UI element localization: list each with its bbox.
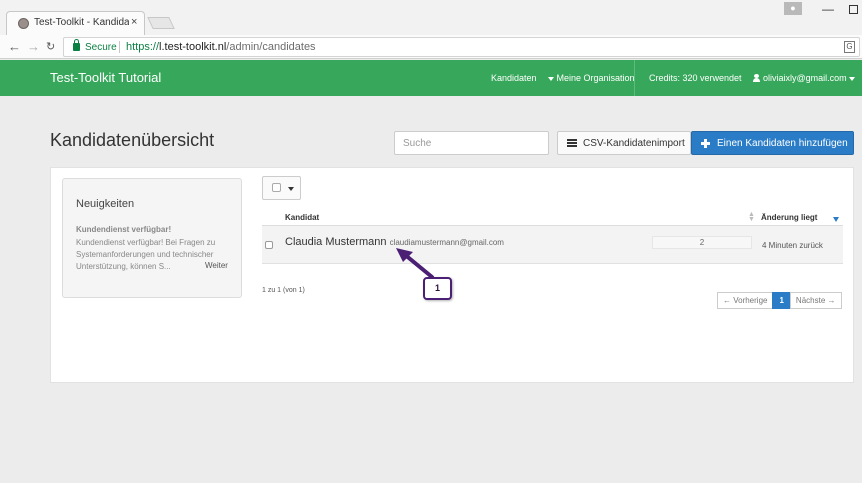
caret-down-icon <box>288 187 294 191</box>
news-widget: Neuigkeiten Kundendienst verfügbar! Kund… <box>62 178 242 298</box>
translate-icon[interactable]: G <box>844 41 855 53</box>
sort-icon[interactable]: ▲ ▼ <box>748 211 755 223</box>
favicon-icon <box>18 18 29 29</box>
nav-organisation[interactable]: Meine Organisation <box>548 73 635 83</box>
pagination-page-1[interactable]: 1 <box>772 292 791 309</box>
credits-label: Credits: 320 verwendet <box>649 73 742 83</box>
navbar-divider <box>634 60 635 96</box>
annotation-callout: 1 <box>423 277 452 300</box>
reload-icon[interactable]: ↻ <box>46 40 55 53</box>
brand-title[interactable]: Test-Toolkit Tutorial <box>50 70 161 85</box>
address-bar: ← → ↻ Secure https://l.test-toolkit.nl/a… <box>0 35 862 59</box>
page-title: Kandidatenübersicht <box>50 130 215 150</box>
results-summary: 1 zu 1 (von 1) <box>262 287 305 294</box>
url-text: https://l.test-toolkit.nl/admin/candidat… <box>126 41 316 53</box>
list-icon <box>567 139 577 147</box>
row-checkbox[interactable] <box>265 241 273 249</box>
tab-title: Test-Toolkit - Kandidaten <box>34 17 129 28</box>
pagination-prev[interactable]: ← Vorherige <box>717 292 774 309</box>
secure-label: Secure <box>85 42 117 53</box>
bulk-select-dropdown[interactable] <box>262 176 301 200</box>
csv-import-button[interactable]: CSV-Kandidatenimport <box>557 131 691 155</box>
new-tab-button[interactable] <box>147 17 175 29</box>
divider <box>119 41 120 53</box>
pagination: ← Vorherige 1 Nächste → <box>717 292 842 309</box>
user-icon <box>753 74 760 82</box>
browser-tab[interactable]: Test-Toolkit - Kandidaten × <box>6 11 145 35</box>
forward-icon[interactable]: → <box>27 39 40 54</box>
column-header-change[interactable]: Änderung liegt <box>761 213 817 222</box>
candidate-changed-time: 4 Minuten zurück <box>762 241 823 250</box>
caret-down-icon <box>548 76 554 81</box>
back-icon[interactable]: ← <box>8 39 21 54</box>
news-headline: Kundendienst verfügbar! <box>76 225 172 234</box>
candidate-score: 2 <box>652 236 752 249</box>
table-row[interactable]: Claudia Mustermann claudiamustermann@gma… <box>262 226 843 264</box>
column-header-candidate[interactable]: Kandidat <box>285 213 319 222</box>
candidate-name[interactable]: Claudia Mustermann claudiamustermann@gma… <box>285 236 504 248</box>
browser-tabstrip: Test-Toolkit - Kandidaten × ● — <box>0 0 862 35</box>
caret-down-icon <box>849 76 856 81</box>
close-tab-icon[interactable]: × <box>131 16 137 28</box>
sort-desc-icon[interactable] <box>833 217 839 222</box>
maximize-icon[interactable] <box>849 5 858 14</box>
user-menu[interactable]: oliviaixly@gmail.com <box>753 73 856 83</box>
url-field[interactable]: Secure https://l.test-toolkit.nl/admin/c… <box>63 37 860 57</box>
plus-icon <box>701 139 710 148</box>
profile-icon[interactable]: ● <box>784 2 802 15</box>
candidate-email: claudiamustermann@gmail.com <box>389 238 504 247</box>
search-input[interactable] <box>394 131 549 155</box>
news-more-link[interactable]: Weiter <box>205 261 228 270</box>
nav-kandidaten[interactable]: Kandidaten <box>491 73 537 83</box>
pagination-next[interactable]: Nächste → <box>789 292 842 309</box>
content-panel: Neuigkeiten Kundendienst verfügbar! Kund… <box>50 167 854 383</box>
news-title: Neuigkeiten <box>76 198 135 210</box>
select-all-checkbox[interactable] <box>272 183 281 192</box>
minimize-icon[interactable]: — <box>822 2 834 16</box>
add-candidate-button[interactable]: Einen Kandidaten hinzufügen <box>691 131 854 155</box>
app-navbar: Test-Toolkit Tutorial Kandidaten Meine O… <box>0 60 862 96</box>
lock-icon <box>73 39 80 51</box>
